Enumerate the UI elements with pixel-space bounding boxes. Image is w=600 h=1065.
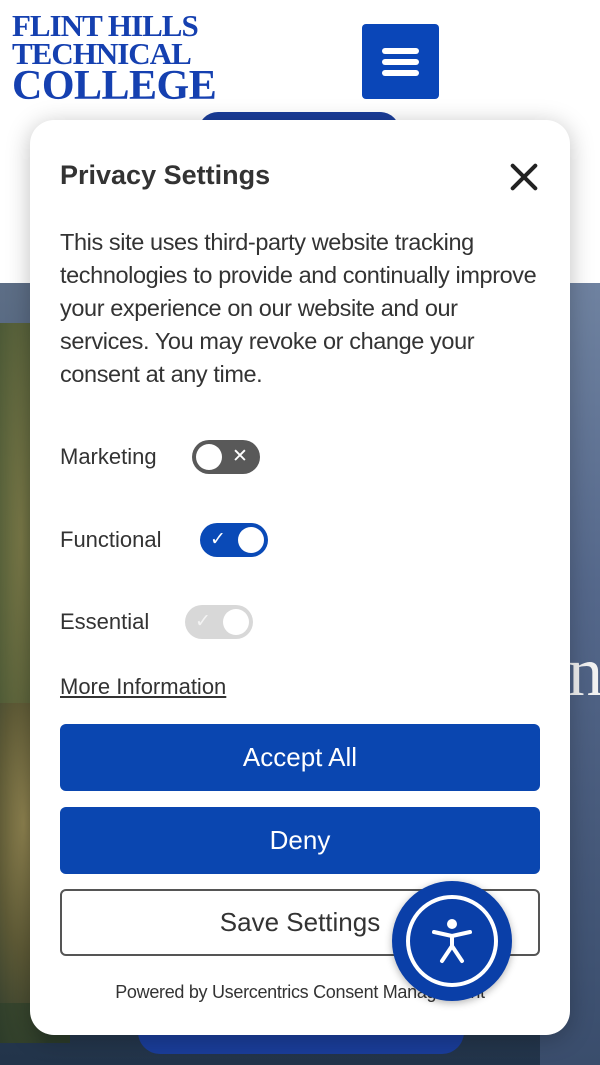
menu-button[interactable]: [362, 24, 439, 99]
close-icon[interactable]: [504, 158, 544, 198]
consent-row-essential: Essential: [60, 604, 149, 640]
dialog-title: Privacy Settings: [60, 160, 271, 190]
essential-toggle: ✓: [185, 605, 253, 639]
hero-heading-fragment: n: [568, 634, 600, 711]
check-icon: ✓: [210, 529, 226, 550]
accessibility-icon: [432, 919, 472, 963]
accept-all-button[interactable]: Accept All: [60, 724, 540, 791]
deny-button[interactable]: Deny: [60, 807, 540, 874]
dialog-description: This site uses third-party website track…: [60, 229, 537, 387]
functional-label: Functional: [60, 527, 162, 552]
site-header: FLINT HILLS TECHNICAL COLLEGE: [0, 0, 600, 130]
toggle-knob: [223, 609, 249, 635]
x-icon: ✕: [232, 446, 248, 467]
marketing-label: Marketing: [60, 444, 157, 469]
consent-row-marketing: Marketing: [60, 439, 157, 475]
essential-label: Essential: [60, 609, 150, 634]
accessibility-button[interactable]: [392, 881, 512, 1001]
check-icon: ✓: [195, 611, 211, 632]
logo-line-3: COLLEGE: [12, 62, 217, 109]
toggle-knob: [196, 444, 222, 470]
marketing-toggle[interactable]: ✕: [192, 440, 260, 474]
toggle-knob: [238, 527, 264, 553]
more-information-link[interactable]: More Information: [60, 674, 226, 700]
functional-toggle[interactable]: ✓: [200, 523, 268, 557]
college-logo[interactable]: FLINT HILLS TECHNICAL COLLEGE: [12, 10, 217, 109]
consent-row-functional: Functional: [60, 522, 162, 558]
